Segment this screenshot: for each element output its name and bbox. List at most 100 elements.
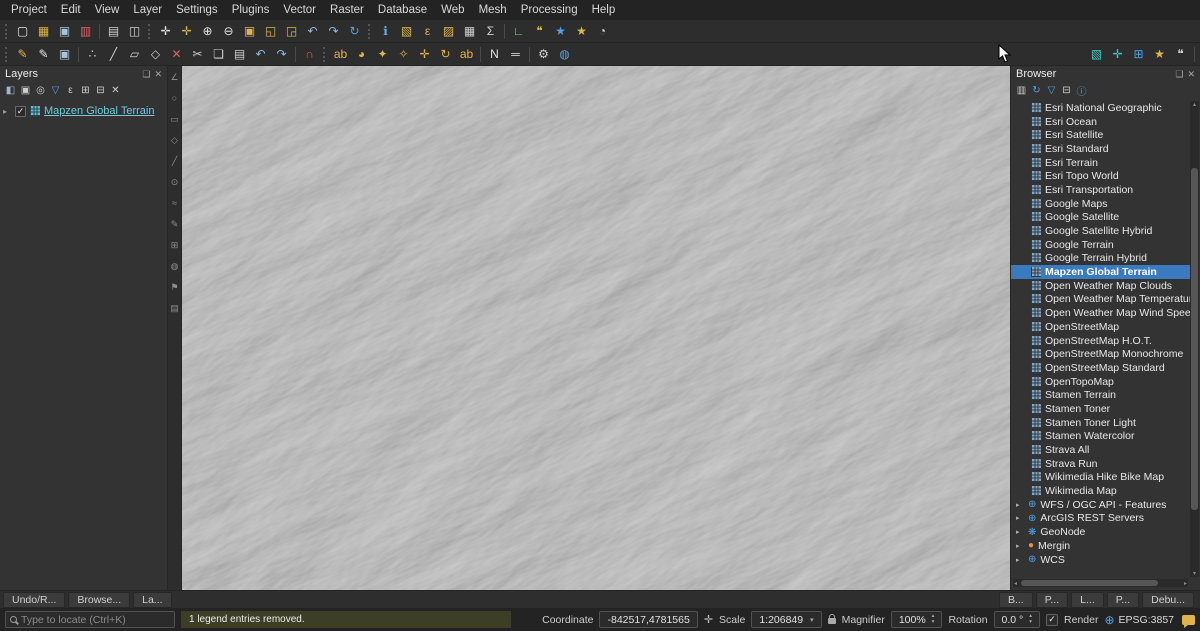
grid-shape-icon[interactable]: ⊞ [171,240,179,251]
metasearch-icon[interactable]: ◍ [555,45,574,64]
grid-tools-icon[interactable]: ⊞ [1129,45,1148,64]
zoom-to-selection-icon[interactable]: ◱ [261,22,280,41]
bottom-tab-p[interactable]: P... [1107,592,1139,608]
expand-arrow-icon[interactable]: ▸ [1016,514,1024,522]
snapping-icon[interactable]: ∩ [300,45,319,64]
collapse-all-icon[interactable]: ⊟ [1059,83,1074,98]
browser-item-mapzen-global-terrain[interactable]: Mapzen Global Terrain [1011,265,1190,279]
combo-arrow-icon[interactable]: ▾ [810,616,814,624]
browser-item-wcs[interactable]: ▸⊕WCS [1011,553,1190,567]
bottom-tab-undo-r[interactable]: Undo/R... [3,592,65,608]
pan-to-selection-icon[interactable]: ✛ [177,22,196,41]
menu-help[interactable]: Help [585,2,623,18]
pan-map-icon[interactable]: ✛ [156,22,175,41]
scale-combo[interactable]: 1:206849 ▾ [751,611,821,628]
scrollbar-thumb[interactable] [1191,168,1198,511]
highlight-labels-icon[interactable]: ✧ [394,45,413,64]
expand-all-icon[interactable]: ⊞ [78,83,93,98]
expand-arrow-icon[interactable]: ▸ [1016,528,1024,536]
properties-widget-icon[interactable]: ⓘ [1074,83,1089,98]
browser-item-google-terrain[interactable]: Google Terrain [1011,238,1190,252]
measure-line-icon[interactable]: ∟ [509,22,528,41]
float-panel-icon[interactable]: ❏ [1175,69,1183,80]
menu-plugins[interactable]: Plugins [225,2,277,18]
draw-diamond-icon[interactable]: ◇ [171,135,178,146]
select-features-icon[interactable]: ▧ [397,22,416,41]
north-arrow-icon[interactable]: N [485,45,504,64]
browser-item-openstreetmap-h-o-t[interactable]: OpenStreetMap H.O.T. [1011,334,1190,348]
comment-bubble-icon[interactable]: ❝ [1171,45,1190,64]
scroll-up-icon[interactable]: ▴ [1193,101,1196,108]
browser-item-geonode[interactable]: ▸❋GeoNode [1011,525,1190,539]
close-panel-icon[interactable]: ✕ [154,69,162,80]
move-label-icon[interactable]: ✛ [415,45,434,64]
zoom-in-icon[interactable]: ⊕ [198,22,217,41]
browser-item-mergin[interactable]: ▸●Mergin [1011,539,1190,553]
menu-mesh[interactable]: Mesh [472,2,514,18]
refresh-map-icon[interactable]: ↻ [345,22,364,41]
expand-arrow-icon[interactable]: ▸ [1016,542,1024,550]
add-group-icon[interactable]: ▣ [18,83,33,98]
menu-view[interactable]: View [88,2,127,18]
filter-browser-icon[interactable]: ▽ [1044,83,1059,98]
menu-layer[interactable]: Layer [126,2,169,18]
menu-raster[interactable]: Raster [323,2,371,18]
browser-item-stamen-toner-light[interactable]: Stamen Toner Light [1011,416,1190,430]
save-project-icon[interactable]: ▣ [55,22,74,41]
expand-arrow-icon[interactable]: ▸ [1016,501,1024,509]
open-project-icon[interactable]: ▦ [34,22,53,41]
draw-point-icon[interactable]: ⊙ [171,177,179,188]
browser-item-esri-standard[interactable]: Esri Standard [1011,142,1190,156]
browser-item-stamen-watercolor[interactable]: Stamen Watercolor [1011,430,1190,444]
bottom-tab-browse[interactable]: Browse... [68,592,130,608]
browser-item-strava-run[interactable]: Strava Run [1011,457,1190,471]
select-by-expression-icon[interactable]: ε [418,22,437,41]
browser-item-wikimedia-map[interactable]: Wikimedia Map [1011,484,1190,498]
browser-item-stamen-terrain[interactable]: Stamen Terrain [1011,388,1190,402]
bottom-tab-la[interactable]: La... [133,592,171,608]
browser-item-openstreetmap[interactable]: OpenStreetMap [1011,320,1190,334]
scroll-left-icon[interactable]: ◂ [1014,580,1017,587]
browser-item-google-satellite-hybrid[interactable]: Google Satellite Hybrid [1011,224,1190,238]
digitize-polygon-icon[interactable]: ▱ [125,45,144,64]
identify-features-icon[interactable]: ℹ [376,22,395,41]
browser-item-wikimedia-hike-bike-map[interactable]: Wikimedia Hike Bike Map [1011,471,1190,485]
map-tips-icon[interactable]: ❝ [530,22,549,41]
scroll-right-icon[interactable]: ▸ [1184,580,1187,587]
locate-input[interactable] [21,614,170,626]
data-source-manager-icon[interactable]: ▥ [76,22,95,41]
bottom-tab-debu[interactable]: Debu... [1142,592,1194,608]
horizontal-scrollbar[interactable]: ◂ ▸ [1013,579,1188,587]
lock-scale-icon[interactable] [828,618,836,624]
flag-tool-icon[interactable]: ⚑ [170,282,178,293]
pin-labels-icon[interactable]: ✦ [373,45,392,64]
rotate-label-icon[interactable]: ↻ [436,45,455,64]
change-label-icon[interactable]: ab [457,45,476,64]
browser-item-openstreetmap-monochrome[interactable]: OpenStreetMap Monochrome [1011,347,1190,361]
layer-item-mapzen-global-terrain[interactable]: ▸ ✓ Mapzen Global Terrain [0,103,167,119]
browser-item-open-weather-map-wind-speed[interactable]: Open Weather Map Wind Speed [1011,306,1190,320]
browser-item-esri-topo-world[interactable]: Esri Topo World [1011,169,1190,183]
deselect-features-icon[interactable]: ▨ [439,22,458,41]
cut-features-icon[interactable]: ✂ [188,45,207,64]
close-panel-icon[interactable]: ✕ [1187,69,1195,80]
digitize-point-icon[interactable]: ∴ [83,45,102,64]
layer-labeling-icon[interactable]: ab [331,45,350,64]
edit-shape-icon[interactable]: ✎ [171,219,179,230]
move-vector-icon[interactable]: ✛ [1108,45,1127,64]
browser-item-esri-ocean[interactable]: Esri Ocean [1011,115,1190,129]
open-layer-styling-icon[interactable]: ◧ [3,83,18,98]
remove-layer-icon[interactable]: ✕ [108,83,123,98]
toggle-editing-icon[interactable]: ✎ [34,45,53,64]
zoom-last-icon[interactable]: ↶ [303,22,322,41]
browser-item-google-maps[interactable]: Google Maps [1011,197,1190,211]
statistical-summary-icon[interactable]: Σ [481,22,500,41]
float-panel-icon[interactable]: ❏ [142,69,150,80]
temporal-controller-icon[interactable]: ◔ [593,22,612,41]
copy-features-icon[interactable]: ❏ [209,45,228,64]
processing-toolbox-icon[interactable]: ⚙ [534,45,553,64]
show-bookmarks-icon[interactable]: ★ [572,22,591,41]
layer-diagram-icon[interactable]: ◕ [352,45,371,64]
coordinate-input[interactable]: -842517,4781565 [599,611,697,628]
browser-item-google-satellite[interactable]: Google Satellite [1011,211,1190,225]
